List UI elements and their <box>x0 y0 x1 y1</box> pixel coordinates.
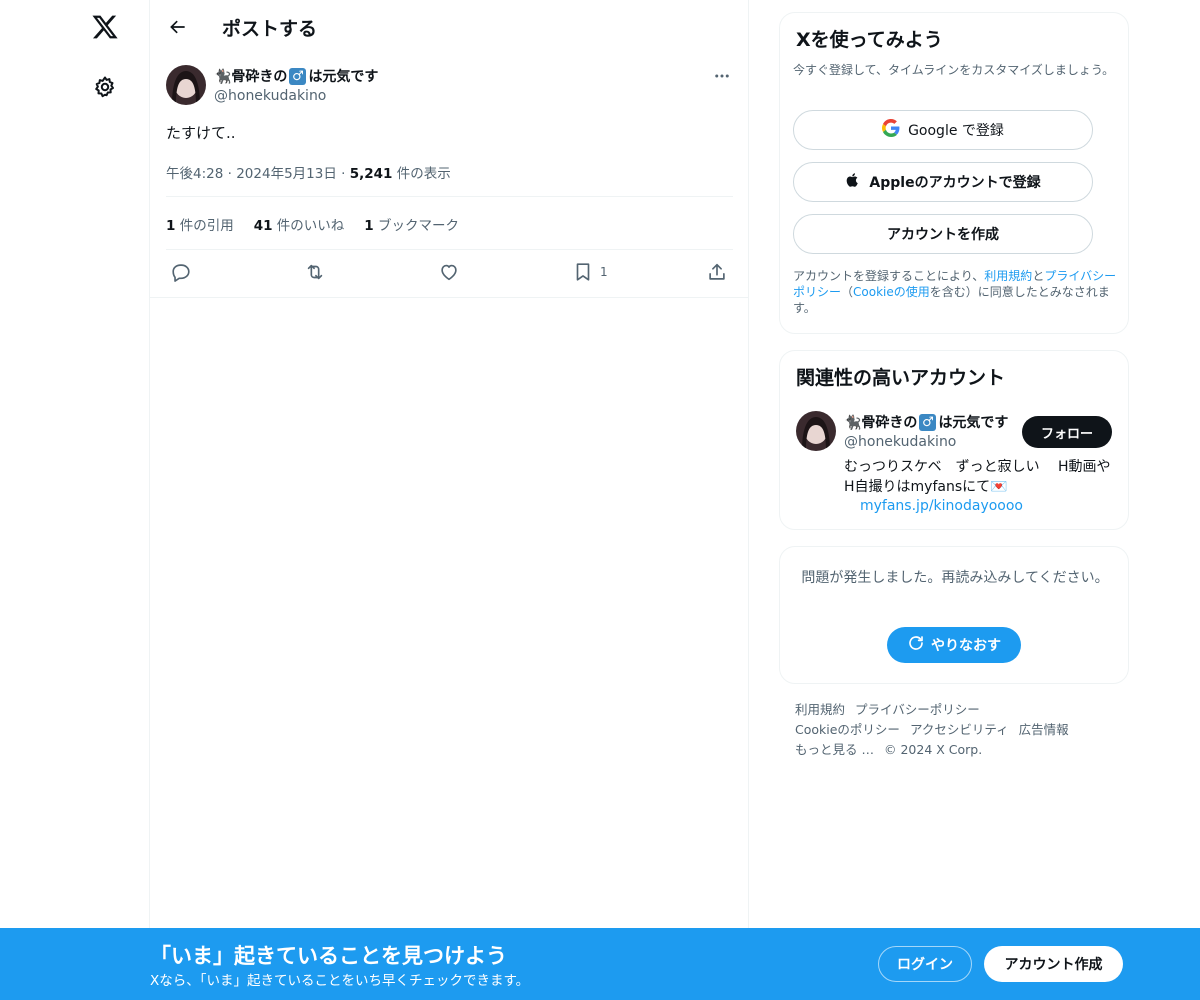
related-account-link[interactable]: myfans.jp/kinodayoooo <box>860 498 1023 514</box>
left-nav <box>0 0 150 1000</box>
signup-title: Xを使ってみよう <box>796 29 943 51</box>
footer-link-terms[interactable]: 利用規約 <box>795 702 855 717</box>
related-account-name[interactable]: 🐈‍⬛骨砕きの ♂ は元気です <box>844 412 1014 432</box>
apple-icon <box>845 171 861 193</box>
refresh-icon <box>907 634 925 656</box>
share-icon[interactable] <box>706 260 728 284</box>
main-column: ポストする 🐈‍⬛骨砕きの ♂ は元気です @honekudakino たすけて..… <box>150 0 749 1000</box>
terms-text: アカウントを登録することにより、利用規約とプライバシーポリシー（Cookieの使… <box>793 269 1117 315</box>
related-account-bio: むっつりスケベ ずっと寂しい H動画やH自撮りはmyfansにて💌 <box>844 459 1111 495</box>
google-icon <box>882 119 900 141</box>
related-account-handle[interactable]: @honekudakino <box>844 434 956 450</box>
footer-link-accessibility[interactable]: アクセシビリティ <box>910 722 1019 737</box>
bookmark-count: 1 <box>600 265 608 279</box>
bookmark-icon[interactable]: 1 <box>572 260 608 284</box>
banner-subtitle: Xなら、「いま」起きていることをいち早くチェックできます。 <box>150 973 530 989</box>
footer-link-ads[interactable]: 広告情報 <box>1019 722 1079 737</box>
repost-icon[interactable] <box>304 260 326 284</box>
post-meta: 午後4:28 · 2024年5月13日 · 5,241 件の表示 <box>166 166 451 182</box>
stat-quotes[interactable]: 1 件の引用 <box>166 214 234 234</box>
copyright: © 2024 X Corp. <box>883 742 983 757</box>
gear-icon[interactable] <box>89 71 121 103</box>
signup-banner: 「いま」起きていることを見つけよう Xなら、「いま」起きていることをいち早くチェ… <box>0 928 1200 1000</box>
views-count: 5,241 <box>349 166 393 182</box>
footer-link-more[interactable]: もっと見る … <box>795 742 884 757</box>
post: 🐈‍⬛骨砕きの ♂ は元気です @honekudakino たすけて.. 午後4:2… <box>150 54 749 298</box>
related-accounts-card: 関連性の高いアカウント 🐈‍⬛骨砕きの ♂ は元気です @honekudakino … <box>779 350 1129 530</box>
more-icon[interactable] <box>710 64 734 88</box>
back-arrow-icon[interactable] <box>162 11 194 43</box>
cookie-link[interactable]: Cookieの使用 <box>853 285 930 299</box>
male-sign-icon: ♂ <box>919 413 937 431</box>
login-button[interactable]: ログイン <box>878 946 972 982</box>
error-message: 問題が発生しました。再読み込みしてください。 <box>801 570 1109 586</box>
stat-bookmarks[interactable]: 1 ブックマーク <box>364 214 459 234</box>
post-stats: 1 件の引用 41 件のいいね 1 ブックマーク <box>166 214 459 234</box>
views-label: 件の表示 <box>396 166 451 182</box>
post-actions: 1 <box>150 250 749 298</box>
reply-icon[interactable] <box>170 260 192 284</box>
banner-create-account-button[interactable]: アカウント作成 <box>984 946 1123 982</box>
terms-link[interactable]: 利用規約 <box>984 269 1032 283</box>
related-title: 関連性の高いアカウント <box>796 367 1006 389</box>
avatar[interactable] <box>796 411 836 451</box>
author-name[interactable]: 🐈‍⬛骨砕きの ♂ は元気です <box>214 66 378 86</box>
x-logo-icon[interactable] <box>88 10 122 44</box>
footer-link-privacy[interactable]: プライバシーポリシー <box>855 702 990 717</box>
male-sign-icon: ♂ <box>289 67 307 85</box>
follow-button[interactable]: フォロー <box>1022 416 1112 448</box>
post-time[interactable]: 午後4:28 <box>166 166 223 182</box>
page-title: ポストする <box>222 18 318 40</box>
create-account-button[interactable]: アカウントを作成 <box>793 214 1093 254</box>
footer-links: 利用規約 プライバシーポリシー Cookieのポリシー アクセシビリティ 広告情報 も… <box>795 700 1115 760</box>
signup-subtitle: 今すぐ登録して、タイムラインをカスタマイズしましょう。 <box>793 63 1115 77</box>
retry-button[interactable]: やりなおす <box>887 627 1021 663</box>
banner-title: 「いま」起きていることを見つけよう <box>150 944 507 968</box>
like-icon[interactable] <box>438 260 460 284</box>
avatar[interactable] <box>166 65 206 105</box>
main-header: ポストする <box>150 0 749 54</box>
post-text: たすけて.. <box>166 124 236 142</box>
footer-link-cookie[interactable]: Cookieのポリシー <box>795 722 910 737</box>
author-handle[interactable]: @honekudakino <box>214 88 326 104</box>
google-signup-button[interactable]: Google で登録 <box>793 110 1093 150</box>
stat-likes[interactable]: 41 件のいいね <box>254 214 345 234</box>
error-card: 問題が発生しました。再読み込みしてください。 やりなおす <box>779 546 1129 684</box>
signup-card: Xを使ってみよう 今すぐ登録して、タイムラインをカスタマイズしましょう。 Goo… <box>779 12 1129 334</box>
post-date[interactable]: 2024年5月13日 <box>236 166 337 182</box>
apple-signup-button[interactable]: Appleのアカウントで登録 <box>793 162 1093 202</box>
divider <box>166 196 733 197</box>
